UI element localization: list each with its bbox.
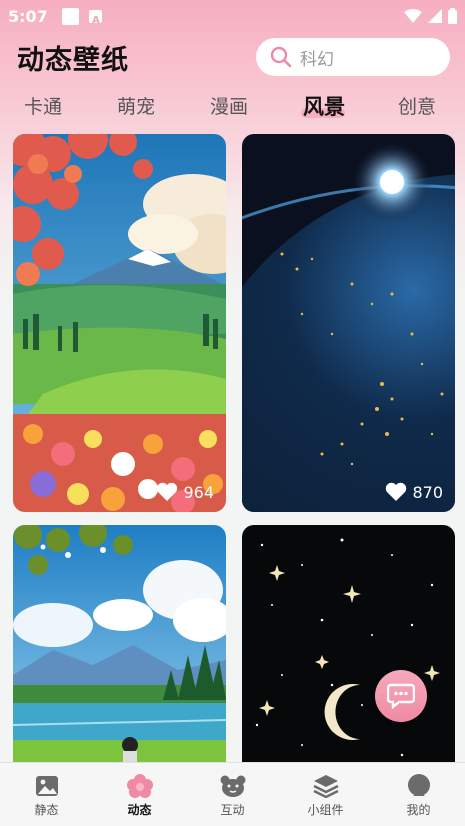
search-placeholder: 科幻 [300, 49, 334, 70]
wallpaper-image-flowers-mountain [13, 134, 226, 512]
notification-icon [61, 7, 79, 25]
heart-icon [157, 482, 178, 501]
nav-item-dynamic[interactable]: 动态 [93, 763, 186, 826]
image-icon [35, 776, 58, 796]
profile-icon [407, 774, 430, 796]
tab-creative[interactable]: 创意 [398, 92, 436, 119]
tab-comics[interactable]: 漫画 [210, 92, 248, 119]
nav-label: 静态 [34, 803, 59, 817]
chat-button[interactable] [375, 670, 427, 722]
status-bar: 5:07 A [0, 0, 465, 32]
like-count[interactable]: 870 [385, 482, 443, 502]
category-tabs: 卡通 萌宠 漫画 风景 创意 [0, 92, 465, 126]
app-notification-icon: A [88, 9, 102, 26]
layers-icon [312, 775, 339, 798]
wallpaper-card[interactable] [242, 525, 455, 775]
like-count-value: 964 [183, 482, 214, 502]
page-title: 动态壁纸 [17, 45, 129, 76]
bottom-navigation: 静态 动态 互动 小组件 我的 [0, 762, 465, 826]
wallpaper-image-lake-forest [13, 525, 226, 775]
wallpaper-card[interactable] [13, 525, 226, 775]
nav-label: 动态 [127, 803, 152, 817]
chat-icon [387, 683, 415, 709]
nav-item-profile[interactable]: 我的 [372, 763, 465, 826]
nav-label: 小组件 [307, 803, 344, 817]
tab-scenery[interactable]: 风景 [303, 91, 345, 121]
heart-icon [386, 482, 407, 501]
wifi-icon [404, 9, 422, 23]
tab-pets[interactable]: 萌宠 [117, 92, 155, 119]
nav-item-interact[interactable]: 互动 [186, 763, 279, 826]
search-bar[interactable]: 科幻 [256, 38, 450, 76]
wallpaper-card[interactable]: 870 [242, 134, 455, 512]
svg-text:A: A [92, 15, 100, 25]
wallpaper-image-starry-sky [242, 525, 455, 775]
tab-cartoon[interactable]: 卡通 [24, 92, 62, 119]
like-count-value: 870 [412, 482, 443, 502]
status-time: 5:07 [8, 6, 48, 26]
flower-icon [126, 774, 153, 798]
nav-label: 我的 [406, 803, 431, 817]
nav-item-static[interactable]: 静态 [0, 763, 93, 826]
nav-label: 互动 [220, 803, 245, 817]
status-icons [404, 8, 457, 24]
wallpaper-card[interactable]: 964 [13, 134, 226, 512]
battery-icon [448, 8, 457, 24]
search-icon [270, 46, 292, 68]
nav-item-widgets[interactable]: 小组件 [279, 763, 372, 826]
bear-icon [220, 775, 245, 797]
like-count[interactable]: 964 [156, 482, 214, 502]
wallpaper-image-earth-space [242, 134, 455, 512]
signal-icon [428, 9, 442, 23]
